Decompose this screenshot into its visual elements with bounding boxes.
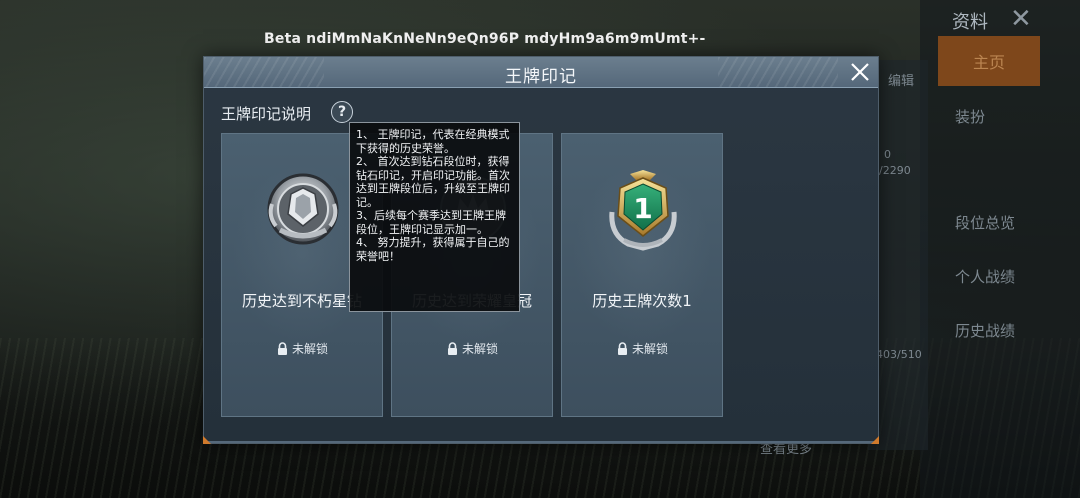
ace-mark-dialog: 王牌印记 王牌印记说明 ? 历史达到不朽星钻 未解锁 未解锁 1 历史王牌次数1…	[203, 56, 879, 444]
emblem-card[interactable]: 1 历史王牌次数1 未解锁	[561, 133, 723, 417]
dialog-bottom-border	[204, 441, 878, 443]
immortal-diamond-emblem-icon	[258, 164, 348, 254]
lock-icon	[617, 341, 627, 355]
background-edit-label: 编辑	[888, 74, 915, 89]
tooltip-line: 4、 努力提升，获得属于自己的荣誉吧！	[356, 236, 510, 263]
background-title: 资料	[952, 12, 988, 33]
background-menu-item: 装扮	[955, 108, 986, 126]
tooltip-line: 1、 王牌印记，代表在经典模式下获得的历史荣誉。	[356, 128, 510, 155]
lock-text: 未解锁	[461, 342, 498, 356]
background-count: 0	[884, 148, 891, 161]
close-icon	[851, 63, 869, 81]
section-title: 王牌印记说明	[221, 105, 312, 123]
close-button[interactable]	[846, 58, 874, 86]
corner-accent	[871, 436, 879, 444]
background-menu-item: 个人战绩	[955, 268, 1016, 286]
svg-text:1: 1	[633, 192, 652, 225]
tooltip-line: 2、 首次达到钻石段位时，获得钻石印记，开启印记功能。首次达到王牌段位后，升级至…	[356, 155, 510, 209]
beta-watermark: Beta ndiMmNaKnNeNn9eQn96P mdyHm9a6m9mUmt…	[264, 31, 706, 47]
background-home-button: 主页	[938, 36, 1040, 86]
lock-text: 未解锁	[631, 342, 668, 356]
lock-status: 未解锁	[562, 340, 722, 357]
help-tooltip: 1、 王牌印记，代表在经典模式下获得的历史荣誉。 2、 首次达到钻石段位时，获得…	[349, 122, 520, 312]
background-menu-item: 段位总览	[955, 214, 1016, 232]
help-icon[interactable]: ?	[331, 101, 353, 123]
background-close-icon: ✕	[1010, 4, 1032, 34]
tooltip-line: 3、后续每个赛季达到王牌王牌段位，王牌印记显示加一。	[356, 209, 506, 236]
ace-count-emblem-icon: 1	[598, 164, 688, 254]
lock-icon	[447, 341, 457, 355]
background-menu-item: 历史战绩	[955, 322, 1016, 340]
card-title: 历史王牌次数1	[592, 292, 692, 310]
dialog-header: 王牌印记	[204, 57, 878, 88]
dialog-title: 王牌印记	[505, 67, 577, 87]
lock-text: 未解锁	[291, 342, 328, 356]
lock-status: 未解锁	[222, 340, 382, 357]
background-progress: 403/510	[876, 348, 922, 361]
lock-status: 未解锁	[392, 340, 552, 357]
lock-icon	[277, 341, 287, 355]
